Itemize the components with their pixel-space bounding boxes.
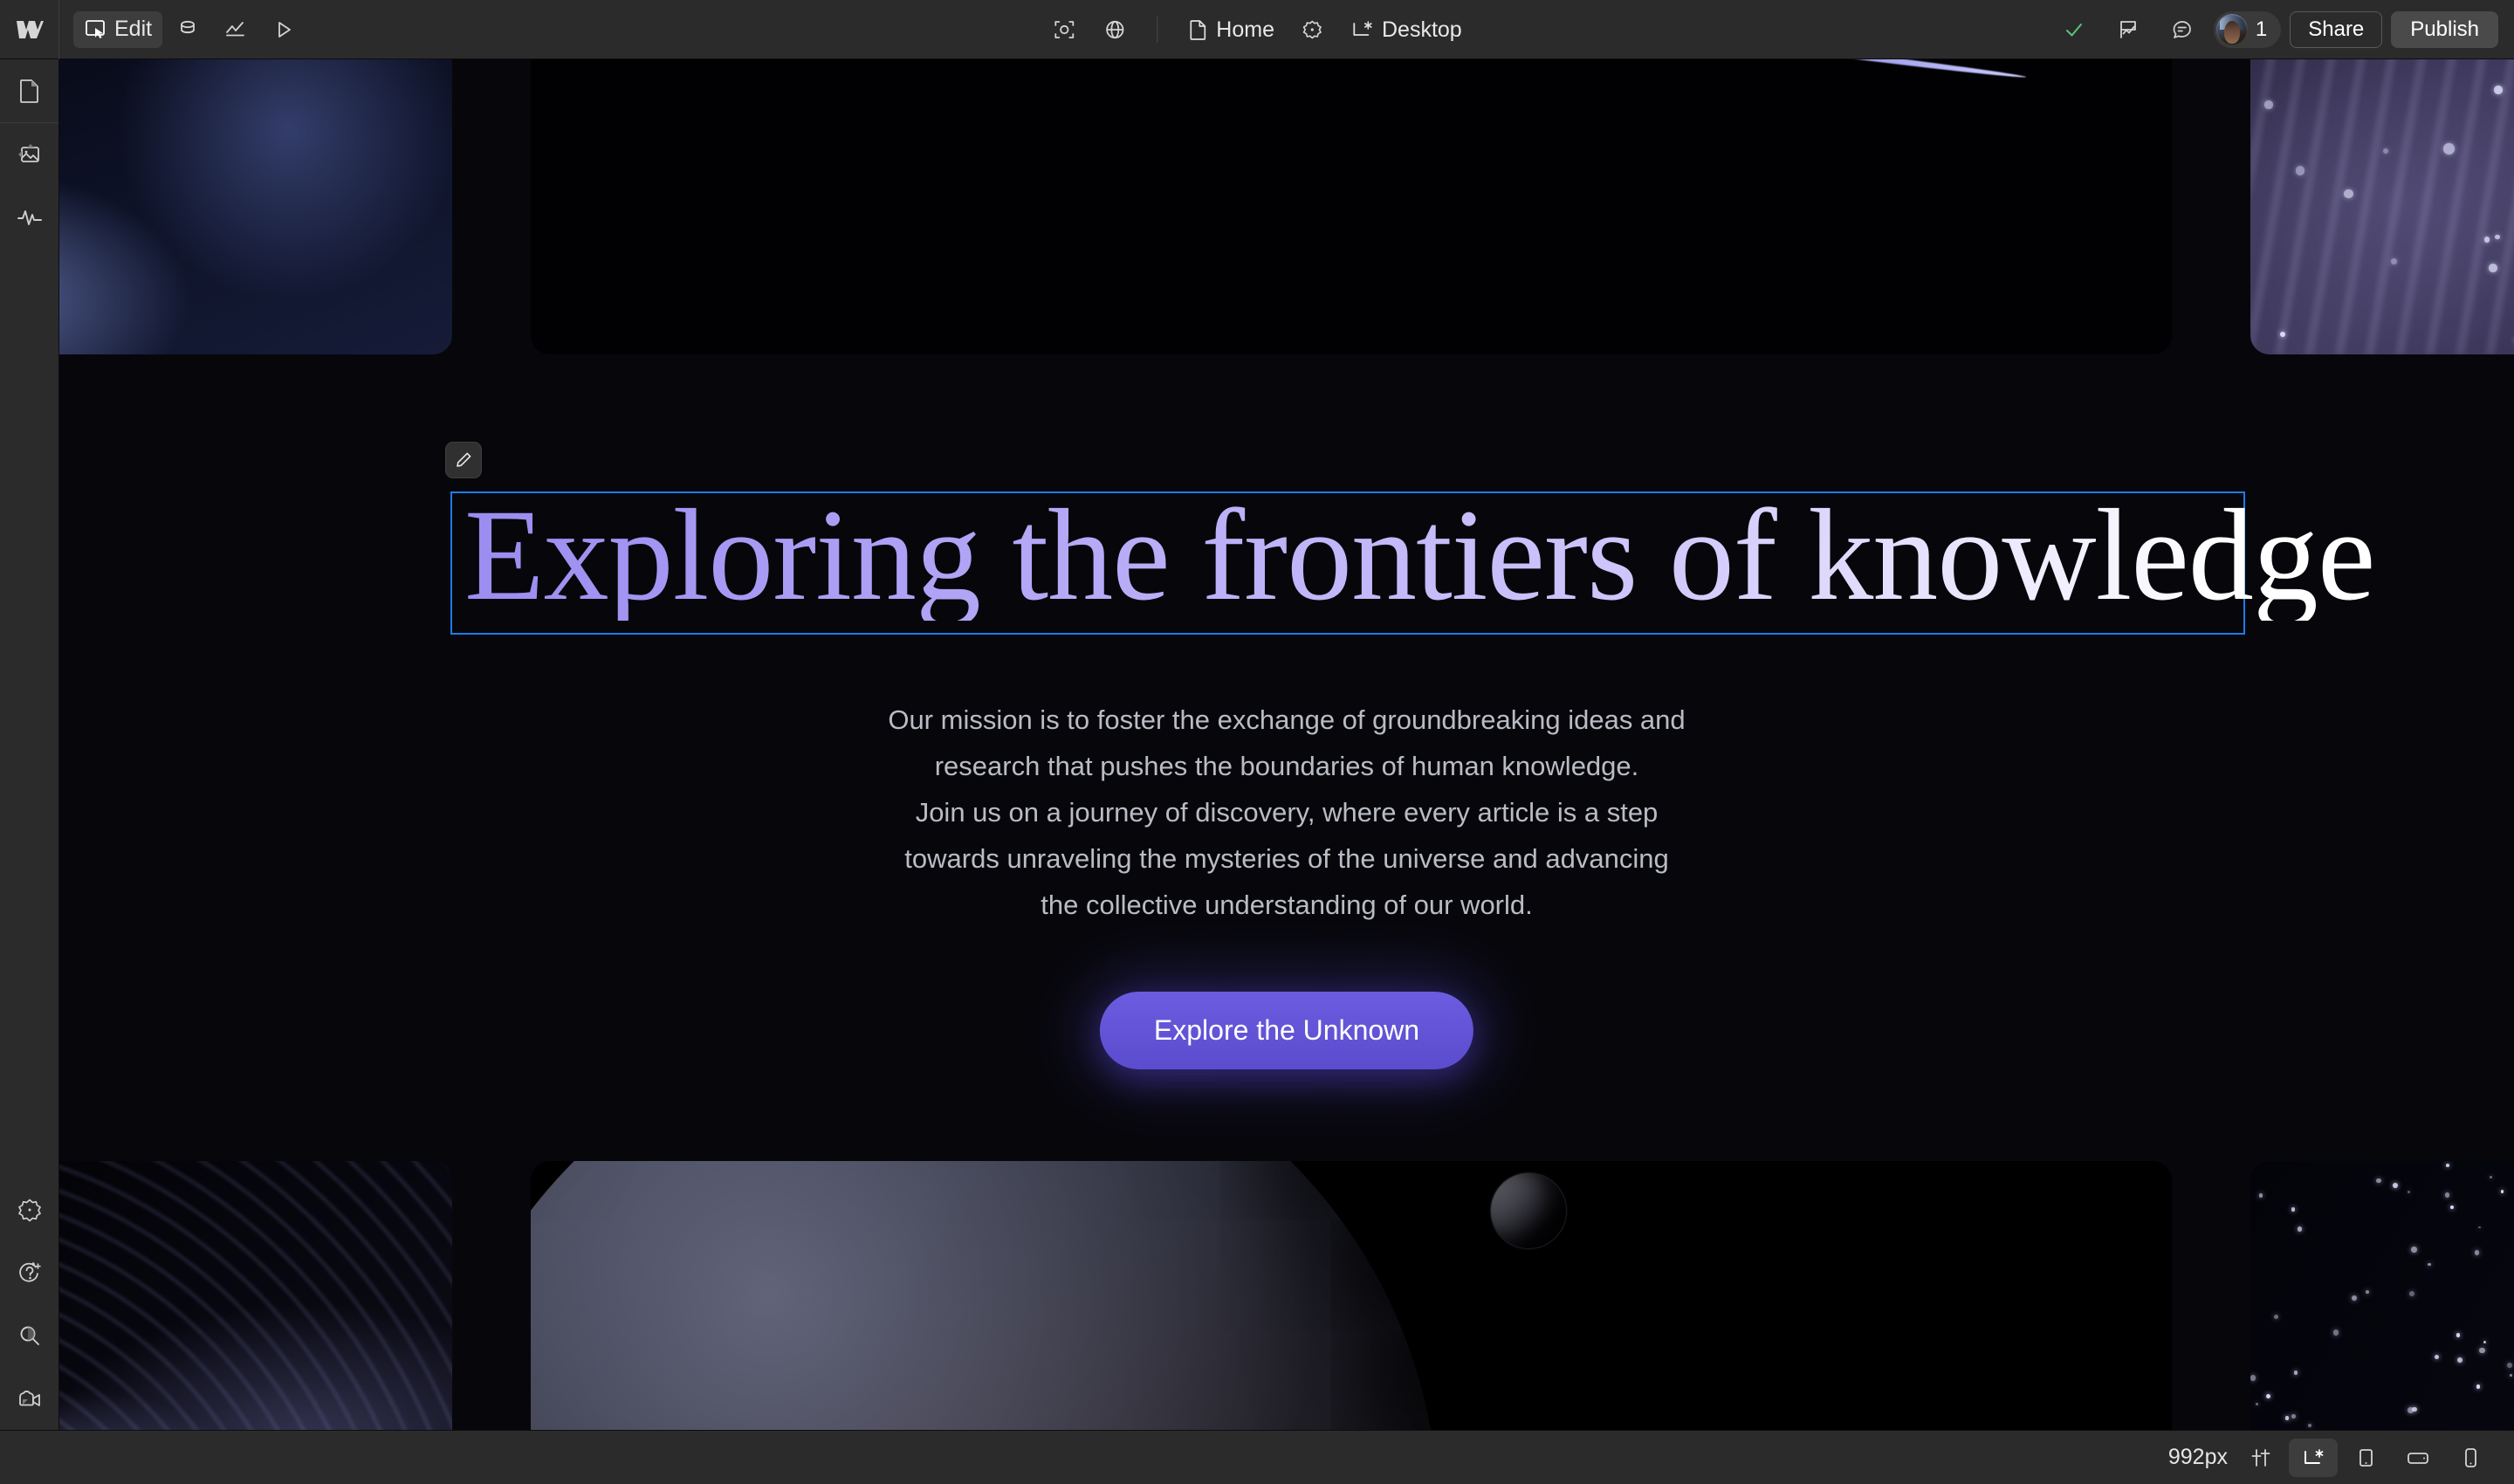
moon-shape [1490,1173,1566,1248]
page-icon [1187,18,1208,41]
audit-button[interactable] [2105,11,2151,48]
card-dark-nebula[interactable]: ers o [59,1161,452,1430]
checkmark-saved-icon [2062,17,2086,42]
assets-panel-button[interactable] [0,123,59,186]
webflow-logo-icon[interactable] [0,0,59,59]
purple-nebula-art [2250,59,2514,354]
page-selector[interactable]: Home [1177,11,1285,48]
designer-body: Exploring the frontiers of knowledge Our… [0,59,2514,1430]
viewport-width-label: 992px [2167,1445,2228,1469]
avatar [2215,13,2248,45]
breakpoint-mobile-portrait[interactable] [2446,1439,2495,1477]
paragraph-line: Our mission is to foster the exchange of… [888,704,1686,735]
bottom-toolbar: 992px [0,1430,2514,1484]
pages-icon [17,78,42,104]
ai-assistant-button[interactable] [0,1241,59,1304]
leftbar-mid-group [0,123,58,249]
preview-button[interactable] [262,11,306,48]
cms-data-button[interactable] [166,11,210,48]
comments-button[interactable] [2160,11,2205,48]
analytics-chart-icon [223,18,248,41]
tablet-icon [2353,1446,2378,1470]
video-panel-button[interactable] [0,1367,59,1430]
card-blue-nebula[interactable] [59,59,452,354]
mobile-landscape-icon [2405,1446,2431,1470]
spiral-graphic [1400,59,2027,215]
saved-status-button[interactable] [2051,11,2097,48]
top-toolbar: Edit Home Desktop 1 Share Publish [0,0,2514,59]
interactions-panel-button[interactable] [0,186,59,249]
pencil-edit-icon [454,450,473,470]
black-spiral-art [531,59,2172,354]
leftbar-top-group [0,59,58,122]
page-settings-gear-icon [1301,18,1323,41]
hero-paragraph[interactable]: Our mission is to foster the exchange of… [824,697,1749,928]
card-planet[interactable] [531,1161,2172,1430]
topbar-right-tools: 1 Share Publish [2051,10,2514,48]
breakpoint-selector[interactable]: Desktop [1339,11,1473,48]
leftbar-bottom-group [0,1178,58,1430]
page-name-label: Home [1216,17,1274,42]
resize-viewport-button[interactable] [2236,1439,2285,1477]
edit-mode-label: Edit [114,17,153,41]
breakpoint-tablet[interactable] [2341,1439,2390,1477]
breakpoint-desktop[interactable] [2289,1438,2338,1477]
localization-button[interactable] [1092,11,1137,48]
focus-target-icon [1052,17,1076,42]
search-panel-button[interactable] [0,1304,59,1367]
design-canvas[interactable]: Exploring the frontiers of knowledge Our… [59,59,2514,1430]
paragraph-line: towards unraveling the mysteries of the … [904,843,1669,874]
planet-shape [531,1161,1439,1430]
breakpoint-label: Desktop [1381,17,1462,42]
paragraph-line: the collective understanding of our worl… [1041,890,1533,920]
play-preview-icon [272,18,295,41]
site-preview: Exploring the frontiers of knowledge Our… [59,59,2514,1430]
audit-flag-icon [2116,17,2140,42]
video-tutorials-icon [16,1385,44,1412]
orion-nebula-art [2250,1161,2514,1430]
edit-mode-button[interactable]: Edit [73,10,163,48]
publish-button[interactable]: Publish [2391,10,2498,48]
pages-panel-button[interactable] [0,59,59,122]
topbar-left-tools: Edit [59,10,306,48]
comment-icon [2170,17,2195,42]
apps-settings-icon [17,1197,43,1223]
apps-panel-button[interactable] [0,1178,59,1241]
hero-edit-badge[interactable] [445,442,482,478]
resize-handles-icon [2248,1445,2274,1471]
planet-moon-art [531,1161,2172,1430]
search-icon [17,1323,43,1349]
mobile-portrait-icon [2459,1446,2482,1470]
interactions-pulse-icon [16,204,44,230]
globe-icon [1102,17,1127,42]
hero-cta-wrap: Explore the Unknown [1099,992,1474,1069]
page-settings-button[interactable] [1290,11,1334,48]
page-title[interactable]: Exploring the frontiers of knowledge [464,490,2375,621]
card-purple-nebula[interactable] [2250,59,2514,354]
ai-help-icon [17,1260,43,1286]
share-button[interactable]: Share [2290,10,2383,48]
paragraph-line: research that pushes the boundaries of h… [934,751,1639,781]
collaborator-count: 1 [2255,17,2268,41]
desktop-breakpoint-icon [1350,18,1374,41]
edit-cursor-icon [84,18,106,41]
explore-the-unknown-button[interactable]: Explore the Unknown [1099,992,1474,1069]
left-toolbar [0,59,59,1430]
breakpoint-mobile-landscape[interactable] [2394,1439,2442,1477]
blue-nebula-art [59,59,452,354]
assets-image-icon [17,141,43,168]
card-orion[interactable] [2250,1161,2514,1430]
focus-target-button[interactable] [1041,11,1087,48]
paragraph-line: Join us on a journey of discovery, where… [915,797,1659,828]
database-icon [176,18,199,41]
analytics-button[interactable] [213,11,258,48]
topbar-center: Home Desktop [1041,0,1472,59]
card-spiral[interactable] [531,59,2172,354]
hero-title-selection[interactable]: Exploring the frontiers of knowledge [450,490,2375,635]
collaborators-chip[interactable]: 1 [2213,10,2282,48]
desktop-breakpoint-icon [2300,1446,2326,1470]
dark-nebula-art: ers o [59,1161,452,1430]
designer-app: Edit Home Desktop 1 Share Publish Explor… [0,0,2514,1484]
